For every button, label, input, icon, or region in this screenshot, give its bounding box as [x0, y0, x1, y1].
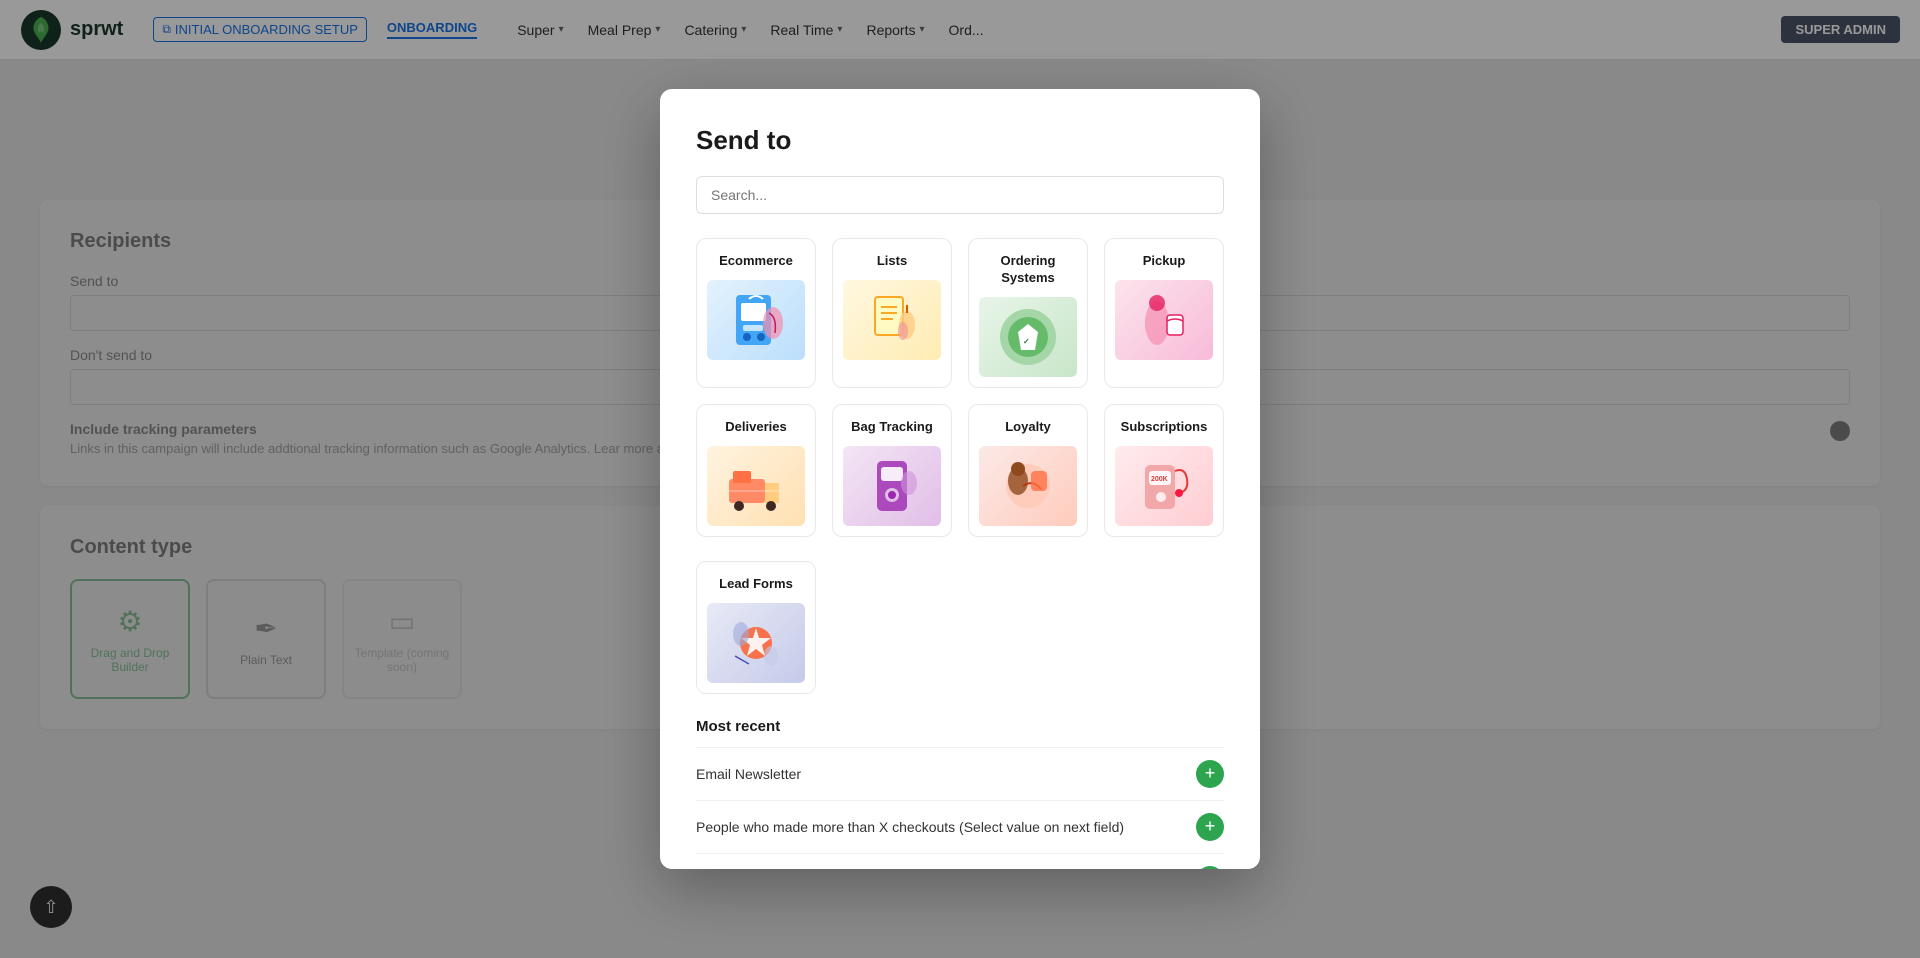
lead-forms-illustration: [707, 603, 805, 683]
ordering-illustration: ✓: [979, 297, 1077, 377]
category-pickup[interactable]: Pickup: [1104, 238, 1224, 388]
recent-item: People who made more than X checkouts (S…: [696, 800, 1224, 853]
loyalty-illustration: [979, 446, 1077, 526]
deliveries-illustration: [707, 446, 805, 526]
recent-item: Email Newsletter +: [696, 747, 1224, 800]
send-to-modal: Send to Ecommerce Lists Ordering Systems…: [660, 89, 1260, 869]
lists-illustration: [843, 280, 941, 360]
ecommerce-illustration: [707, 280, 805, 360]
most-recent-title: Most recent: [696, 718, 1224, 735]
search-input[interactable]: [696, 176, 1224, 214]
category-grid: Ecommerce Lists Ordering Systems ✓ Picku…: [696, 238, 1224, 537]
category-deliveries[interactable]: Deliveries: [696, 404, 816, 537]
add-checkouts-button[interactable]: +: [1196, 813, 1224, 841]
category-bag-tracking[interactable]: Bag Tracking: [832, 404, 952, 537]
svg-text:✓: ✓: [1023, 337, 1030, 346]
lead-forms-row: Lead Forms: [696, 561, 1224, 694]
subscriptions-illustration: 200K: [1115, 446, 1213, 526]
category-lists[interactable]: Lists: [832, 238, 952, 388]
add-email-newsletter-button[interactable]: +: [1196, 760, 1224, 788]
pickup-illustration: [1115, 280, 1213, 360]
category-ordering-systems[interactable]: Ordering Systems ✓: [968, 238, 1088, 388]
svg-text:200K: 200K: [1151, 476, 1168, 483]
bag-tracking-illustration: [843, 446, 941, 526]
recent-items-list: Email Newsletter + People who made more …: [696, 747, 1224, 869]
category-subscriptions[interactable]: Subscriptions 200K: [1104, 404, 1224, 537]
modal-title: Send to: [696, 125, 1224, 156]
add-digital-delivery-button[interactable]: +: [1196, 866, 1224, 869]
recent-item: People with Digital Delivery (Select val…: [696, 853, 1224, 869]
category-ecommerce[interactable]: Ecommerce: [696, 238, 816, 388]
modal-overlay[interactable]: Send to Ecommerce Lists Ordering Systems…: [0, 0, 1920, 958]
category-loyalty[interactable]: Loyalty: [968, 404, 1088, 537]
category-lead-forms[interactable]: Lead Forms: [696, 561, 816, 694]
